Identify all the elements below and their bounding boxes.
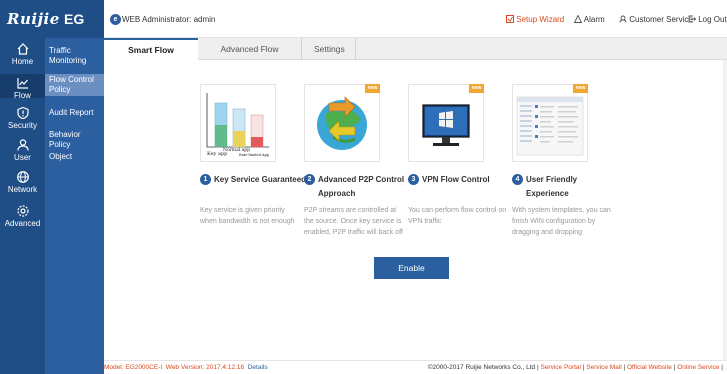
submenu-item-object[interactable]: Object: [45, 152, 104, 164]
rail-item-advanced[interactable]: Advanced: [0, 204, 45, 230]
card-title-2: 2 Advanced P2P Control Approach: [304, 173, 408, 201]
web-version-text: Web Version: 2017.4.12.16: [165, 364, 245, 371]
card-title-4: 4 User Friendly Experience: [512, 173, 616, 201]
online-service-link[interactable]: Online Service: [677, 364, 719, 371]
card-title-text-line2: Approach: [318, 189, 356, 198]
submenu-label: Object: [49, 152, 73, 161]
bar-illustration-icon: Key app Normal app Rate-limited App: [205, 89, 271, 157]
card-desc-2: P2P streams are controlled at the source…: [304, 207, 403, 236]
step-number-badge: 4: [512, 174, 523, 186]
card-title-text: Key Service Guaranteed: [214, 175, 307, 184]
gear-icon: [16, 205, 29, 217]
submenu-label: Flow Control: [49, 75, 94, 84]
submenu-item-behavior-policy[interactable]: Behavior Policy: [45, 130, 104, 149]
service-portal-link[interactable]: Service Portal: [540, 364, 580, 371]
rail-item-user[interactable]: User: [0, 138, 45, 164]
rail-label: Security: [8, 121, 37, 130]
card-title-3: 3 VPN Flow Control: [408, 173, 512, 187]
main-content: Key app Normal app Rate-limited App 1 Key…: [104, 60, 727, 360]
card-title-text: User Friendly: [526, 175, 578, 184]
top-header: e WEB Administrator: admin Setup Wizard …: [104, 0, 727, 38]
submenu-label: Policy: [49, 85, 71, 94]
step-number-badge: 1: [200, 174, 211, 186]
submenu-label: Audit Report: [49, 108, 94, 117]
config-screenshot-icon: [516, 96, 584, 156]
customer-service-label: Customer Service: [629, 15, 693, 24]
card-title-text-line2: Experience: [526, 189, 569, 198]
new-badge: new: [573, 84, 588, 93]
logo-bar: Ruijie EG: [0, 0, 104, 38]
rail-label: Flow: [14, 91, 31, 100]
copyright-text: ©2000-2017 Ruijie Networks Co., Ltd: [427, 364, 536, 371]
card-desc-1: Key service is given priority when bandw…: [200, 207, 295, 225]
tab-smart-flow-control[interactable]: Smart Flow Control: [104, 38, 198, 75]
user-friendly-image: new: [512, 84, 588, 162]
card-title-text: Advanced P2P Control: [318, 175, 405, 184]
submenu-label: Monitoring: [49, 56, 87, 65]
user-icon: [16, 139, 29, 151]
footer: Model: EG2000CE-I Web Version: 2017.4.12…: [104, 360, 727, 374]
vertical-scrollbar[interactable]: [723, 60, 727, 360]
alarm-link[interactable]: Alarm: [573, 14, 605, 24]
setup-wizard-label: Setup Wizard: [516, 15, 565, 24]
logout-label: Log Out: [698, 15, 727, 24]
home-icon: [17, 43, 28, 55]
alarm-icon: [573, 14, 583, 23]
tab-settings[interactable]: Settings: [302, 38, 356, 60]
tab-advanced-flow-control[interactable]: Advanced Flow Control: [198, 38, 302, 76]
card-title-text: VPN Flow Control: [422, 175, 490, 184]
rail-item-home[interactable]: Home: [0, 42, 45, 70]
image-label-rate-limited-app: Rate-limited App: [239, 153, 270, 157]
step-number-badge: 3: [408, 174, 419, 186]
card-desc-3: You can perform flow control on VPN traf…: [408, 207, 507, 225]
chart-icon: [16, 78, 28, 89]
headset-icon: [619, 15, 627, 23]
web-badge-icon: e: [110, 14, 121, 25]
rail-label: Network: [7, 185, 38, 194]
official-website-link[interactable]: Official Website: [627, 364, 672, 371]
service-mail-link[interactable]: Service Mail: [586, 364, 621, 371]
submenu-label: Behavior Policy: [49, 130, 81, 149]
card-desc-4: With system templates, you can finish WI…: [512, 207, 611, 236]
globe-arrows-icon: [317, 96, 367, 150]
model-text: Model: EG2000CE-I: [104, 364, 163, 371]
new-badge: new: [365, 84, 380, 93]
enable-button[interactable]: Enable: [374, 257, 449, 279]
logout-icon: [688, 15, 697, 23]
submenu-label: Traffic: [49, 46, 71, 55]
rail-label: User: [14, 153, 31, 162]
submenu-item-flow-control-policy[interactable]: Flow Control Policy: [45, 74, 104, 96]
rail-item-security[interactable]: Security: [0, 106, 45, 132]
footer-links: ©2000-2017 Ruijie Networks Co., Ltd | Se…: [427, 364, 723, 371]
rail-item-flow[interactable]: Flow: [0, 74, 45, 100]
logout-link[interactable]: Log Out: [688, 15, 727, 24]
wizard-icon: [506, 15, 514, 23]
card-title-1: 1 Key Service Guaranteed: [200, 173, 310, 187]
submenu-item-traffic-monitoring[interactable]: Traffic Monitoring: [45, 46, 104, 68]
admin-label: WEB Administrator: admin: [122, 15, 216, 24]
product-name: EG: [64, 11, 85, 27]
details-link[interactable]: Details: [248, 364, 268, 371]
rail-label: Advanced: [4, 219, 41, 228]
ruijie-logo: Ruijie: [7, 10, 60, 28]
vpn-image: new: [408, 84, 484, 162]
rail-item-network[interactable]: Network: [0, 170, 45, 196]
alarm-label: Alarm: [583, 15, 605, 24]
globe-icon: [16, 171, 29, 183]
new-badge: new: [469, 84, 484, 93]
customer-service-link[interactable]: Customer Service: [619, 15, 693, 24]
submenu-item-audit-report[interactable]: Audit Report: [45, 108, 104, 120]
monitor-icon: [422, 104, 470, 146]
footer-version: Model: EG2000CE-I Web Version: 2017.4.12…: [104, 361, 268, 374]
p2p-image: new: [304, 84, 380, 162]
step-number-badge: 2: [304, 174, 315, 186]
shield-icon: [16, 106, 29, 120]
rail-label: Home: [11, 57, 34, 66]
key-service-image: Key app Normal app Rate-limited App: [200, 84, 276, 162]
setup-wizard-link[interactable]: Setup Wizard: [506, 15, 564, 24]
tab-bar: Smart Flow Control Advanced Flow Control…: [104, 38, 727, 76]
